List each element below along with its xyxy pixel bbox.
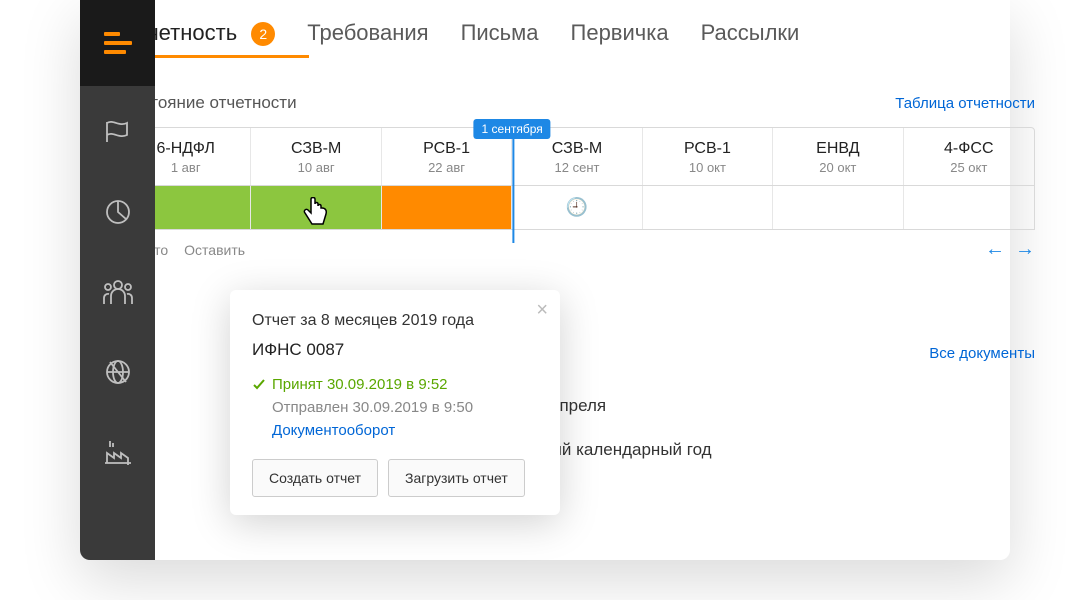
timeline-head[interactable]: РСВ-110 окт	[643, 128, 773, 185]
timeline-head[interactable]: СЗВ-М10 авг	[251, 128, 381, 185]
tab-requirements[interactable]: Требования	[307, 20, 428, 58]
report-popover: × Отчет за 8 месяцев 2019 года ИФНС 0087…	[230, 290, 560, 515]
clock-icon: 🕘	[566, 197, 588, 218]
factory-icon[interactable]	[102, 436, 134, 468]
all-documents-link[interactable]: Все документы	[929, 345, 1035, 362]
tab-letters[interactable]: Письма	[461, 20, 539, 58]
timeline-status[interactable]: 🕘	[512, 186, 642, 229]
accepted-status: Принят 30.09.2019 в 9:52	[252, 376, 538, 393]
timeline-next-arrow-icon[interactable]: →	[1015, 238, 1035, 261]
sent-status: Отправлен 30.09.2019 в 9:50	[272, 399, 538, 416]
tab-mailings[interactable]: Рассылки	[701, 20, 800, 58]
popover-org: ИФНС 0087	[252, 340, 538, 360]
app-logo-icon	[104, 32, 132, 54]
upload-report-button[interactable]: Загрузить отчет	[388, 459, 525, 497]
close-icon[interactable]: ×	[536, 300, 548, 320]
timeline: 1 сентября 6-НДФЛ1 авг СЗВ-М10 авг РСВ-1…	[120, 127, 1035, 261]
reporting-table-link[interactable]: Таблица отчетности	[895, 95, 1035, 112]
create-report-button[interactable]: Создать отчет	[252, 459, 378, 497]
top-tabs: Отчетность 2 Требования Письма Первичка …	[120, 20, 1035, 59]
timeline-head[interactable]: ЕНВД20 окт	[773, 128, 903, 185]
timeline-status[interactable]	[382, 186, 512, 229]
timeline-prev-arrow-icon[interactable]: ←	[985, 238, 1005, 261]
people-icon[interactable]	[102, 276, 134, 308]
current-date-marker: 1 сентября	[474, 119, 551, 139]
timeline-status[interactable]	[773, 186, 903, 229]
marker-label: 1 сентября	[474, 119, 551, 139]
workflow-link[interactable]: Документооборот	[272, 422, 538, 439]
popover-title: Отчет за 8 месяцев 2019 года	[252, 312, 538, 330]
chart-pie-icon[interactable]	[102, 196, 134, 228]
sidebar	[80, 0, 155, 560]
timeline-head[interactable]: 4-ФСС25 окт	[904, 128, 1034, 185]
sidebar-logo-area	[80, 0, 155, 86]
main-content: Отчетность 2 Требования Письма Первичка …	[75, 0, 1080, 600]
timeline-status[interactable]	[251, 186, 381, 229]
keep-link[interactable]: Оставить	[184, 242, 245, 258]
tab-primary[interactable]: Первичка	[571, 20, 669, 58]
flag-icon[interactable]	[102, 116, 134, 148]
timeline-status[interactable]	[904, 186, 1034, 229]
reporting-badge: 2	[251, 22, 275, 46]
globe-strike-icon[interactable]	[102, 356, 134, 388]
timeline-status[interactable]	[643, 186, 773, 229]
